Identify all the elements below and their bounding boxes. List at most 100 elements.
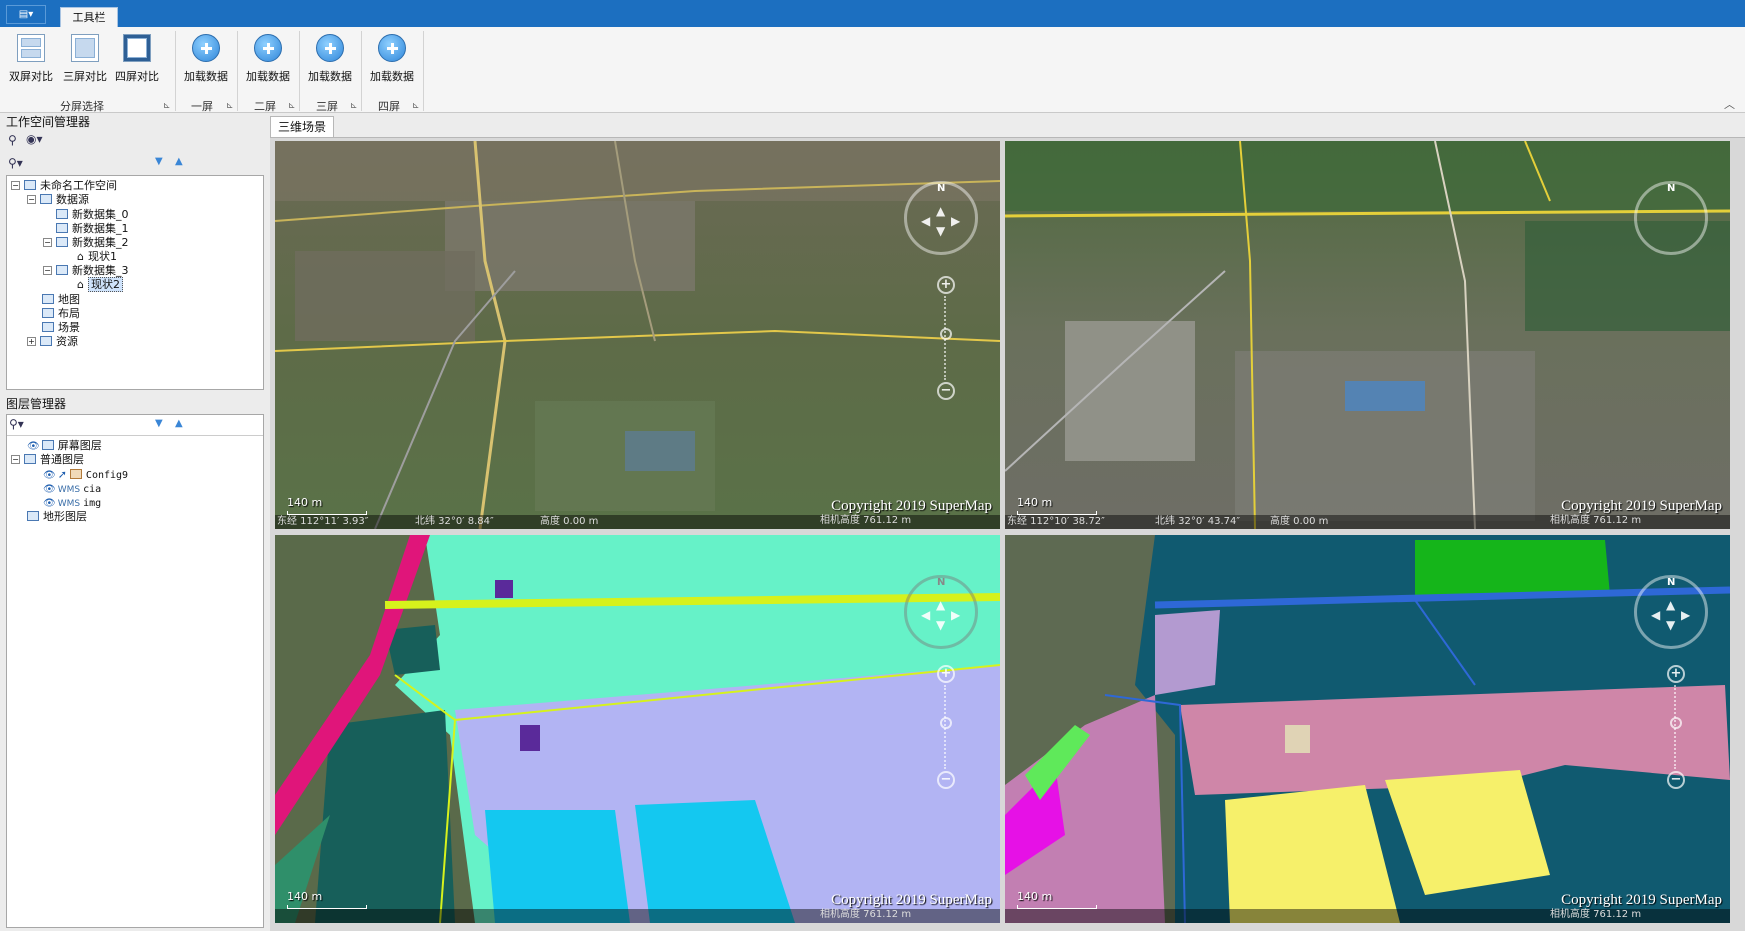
zoom-knob[interactable] <box>940 717 952 729</box>
navigation-compass[interactable]: N ▲ ▼ ◀ ▶ <box>1634 575 1708 649</box>
group-label-screen3: 三屏 <box>316 100 338 113</box>
tree-node-workspace[interactable]: − 未命名工作空间 <box>11 179 117 193</box>
zoom-in-icon[interactable]: + <box>937 276 955 294</box>
copyright-text: Copyright 2019 SuperMap <box>831 892 992 908</box>
scene-view-4[interactable]: N ▲ ▼ ◀ ▶ + − 140 m Copyright 2019 SuperMap 相… <box>1005 535 1730 923</box>
move-down-icon[interactable]: ▼ <box>155 156 163 167</box>
zoom-out-icon[interactable]: − <box>937 771 955 789</box>
screen4-launcher-icon[interactable]: ⊾ <box>412 101 420 111</box>
status-bar: 东经 112°10′ 38.72″ 北纬 32°0′ 43.74″ 高度 0.0… <box>1005 515 1730 529</box>
collapse-icon[interactable]: − <box>11 455 20 464</box>
node-label: 新数据集_1 <box>72 222 129 235</box>
layer-node-terrain[interactable]: 地形图层 <box>27 510 87 524</box>
separator <box>423 31 424 111</box>
camera-height-text: 相机高度 761.12 m <box>820 909 912 920</box>
zoom-slider[interactable]: + − <box>937 276 955 400</box>
scale-label: 140 m <box>1017 496 1053 509</box>
node-label: 布局 <box>58 307 80 320</box>
triple-screen-button[interactable]: 三屏对比 <box>59 32 111 94</box>
app-menu-button[interactable]: ▤▾ <box>6 5 46 24</box>
scale-bar: 140 m <box>287 890 367 909</box>
tree-node-scenes[interactable]: 场景 <box>42 321 80 335</box>
quad-screen-button[interactable]: 四屏对比 <box>111 32 163 94</box>
layer-node-normal[interactable]: − 普通图层 <box>11 453 84 467</box>
node-label: 资源 <box>56 335 78 348</box>
navigation-compass[interactable]: N <box>1634 181 1708 255</box>
move-up-icon[interactable]: ▲ <box>175 418 183 429</box>
zoom-knob[interactable] <box>1670 717 1682 729</box>
load-data-screen4-button[interactable]: 加载数据 <box>366 32 418 94</box>
collapse-icon[interactable]: − <box>11 181 20 190</box>
tree-node-dataset-0[interactable]: 新数据集_0 <box>56 208 129 222</box>
screen2-launcher-icon[interactable]: ⊾ <box>288 101 296 111</box>
screen3-launcher-icon[interactable]: ⊾ <box>350 101 358 111</box>
workspace-icon <box>24 180 36 190</box>
collapse-icon[interactable]: − <box>43 266 52 275</box>
navigation-compass[interactable]: N ▲ ▼ ◀ ▶ <box>904 575 978 649</box>
zoom-in-icon[interactable]: + <box>1667 665 1685 683</box>
status-bar: 相机高度 761.12 m <box>1005 909 1730 923</box>
tree-node-dataset-1[interactable]: 新数据集_1 <box>56 222 129 236</box>
zoom-in-icon[interactable]: + <box>937 665 955 683</box>
visibility-eye-icon[interactable]: 👁 <box>27 440 40 454</box>
layer-node-config[interactable]: 👁 ➚ Config9 <box>43 468 128 482</box>
quad-screen-icon <box>123 34 151 62</box>
visibility-eye-icon[interactable]: 👁 <box>43 483 56 497</box>
layer-group-icon <box>24 454 36 464</box>
collapse-ribbon-icon[interactable]: ︿ <box>1724 96 1735 112</box>
zoom-out-icon[interactable]: − <box>1667 771 1685 789</box>
search-icon[interactable]: ⚲ <box>8 133 17 147</box>
latitude-text: 北纬 32°0′ 8.84″ <box>415 516 494 527</box>
find-dropdown-icon[interactable]: ⚲▾ <box>8 156 23 170</box>
screen1-launcher-icon[interactable]: ⊾ <box>226 101 234 111</box>
find-dropdown-icon[interactable]: ⚲▾ <box>9 417 24 431</box>
workspace-options-icon[interactable]: ◉▾ <box>26 132 43 146</box>
land-use-map <box>275 535 1000 923</box>
scale-label: 140 m <box>287 890 323 903</box>
zoom-knob[interactable] <box>940 328 952 340</box>
scene-icon <box>42 322 54 332</box>
tree-node-datasources[interactable]: − 数据源 <box>27 193 89 207</box>
longitude-text: 东经 112°11′ 3.93″ <box>277 516 369 527</box>
zoom-out-icon[interactable]: − <box>937 382 955 400</box>
collapse-icon[interactable]: − <box>43 238 52 247</box>
dataset-icon <box>56 237 68 247</box>
load-data-screen1-button[interactable]: 加载数据 <box>180 32 232 94</box>
scene-view-2[interactable]: N 140 m Copyright 2019 SuperMap 东经 112°1… <box>1005 141 1730 529</box>
add-data-icon <box>316 34 344 62</box>
expand-icon[interactable]: + <box>27 337 36 346</box>
tab-toolbar[interactable]: 工具栏 <box>60 7 118 27</box>
wms-icon: WMS <box>57 499 81 509</box>
zoom-slider[interactable]: + − <box>1667 665 1685 789</box>
copyright-text: Copyright 2019 SuperMap <box>831 498 992 514</box>
scene-view-3[interactable]: N ▲ ▼ ◀ ▶ + − 140 m Copyright 2019 SuperMap 相… <box>275 535 1000 923</box>
node-label-selected: 现状2 <box>87 277 123 292</box>
tree-node-dataset-2[interactable]: − 新数据集_2 <box>43 236 129 250</box>
tab-3d-scene[interactable]: 三维场景 <box>270 116 334 137</box>
layer-node-img[interactable]: 👁 WMS img <box>43 496 101 510</box>
layer-node-screen[interactable]: 👁 屏幕图层 <box>27 439 102 453</box>
scene-view-1[interactable]: N ▲ ▼ ◀ ▶ + − 140 m Copyright 2019 SuperMap 东… <box>275 141 1000 529</box>
layout-icon <box>42 308 54 318</box>
visibility-eye-icon[interactable]: 👁 <box>43 469 56 483</box>
longitude-text: 东经 112°10′ 38.72″ <box>1007 516 1105 527</box>
tree-node-maps[interactable]: 地图 <box>42 293 80 307</box>
navigation-compass[interactable]: N ▲ ▼ ◀ ▶ <box>904 181 978 255</box>
tree-node-dataset-3[interactable]: − 新数据集_3 <box>43 264 129 278</box>
tree-node-layouts[interactable]: 布局 <box>42 307 80 321</box>
tree-node-status-1[interactable]: ⌂ 现状1 <box>77 250 117 264</box>
tree-node-status-2[interactable]: ⌂ 现状2 <box>77 277 123 292</box>
load-data-screen3-button[interactable]: 加载数据 <box>304 32 356 94</box>
split-group-launcher-icon[interactable]: ⊾ <box>163 101 171 111</box>
layer-node-cia[interactable]: 👁 WMS cia <box>43 482 101 496</box>
visibility-eye-icon[interactable]: 👁 <box>43 497 56 511</box>
move-up-icon[interactable]: ▲ <box>175 156 183 167</box>
move-down-icon[interactable]: ▼ <box>155 418 163 429</box>
dual-screen-button[interactable]: 双屏对比 <box>5 32 57 94</box>
tree-node-resources[interactable]: + 资源 <box>27 335 78 349</box>
load-data-label: 加载数据 <box>246 70 290 83</box>
collapse-icon[interactable]: − <box>27 195 36 204</box>
zoom-slider[interactable]: + − <box>937 665 955 789</box>
select-arrow-icon[interactable]: ➚ <box>58 468 67 481</box>
load-data-screen2-button[interactable]: 加载数据 <box>242 32 294 94</box>
